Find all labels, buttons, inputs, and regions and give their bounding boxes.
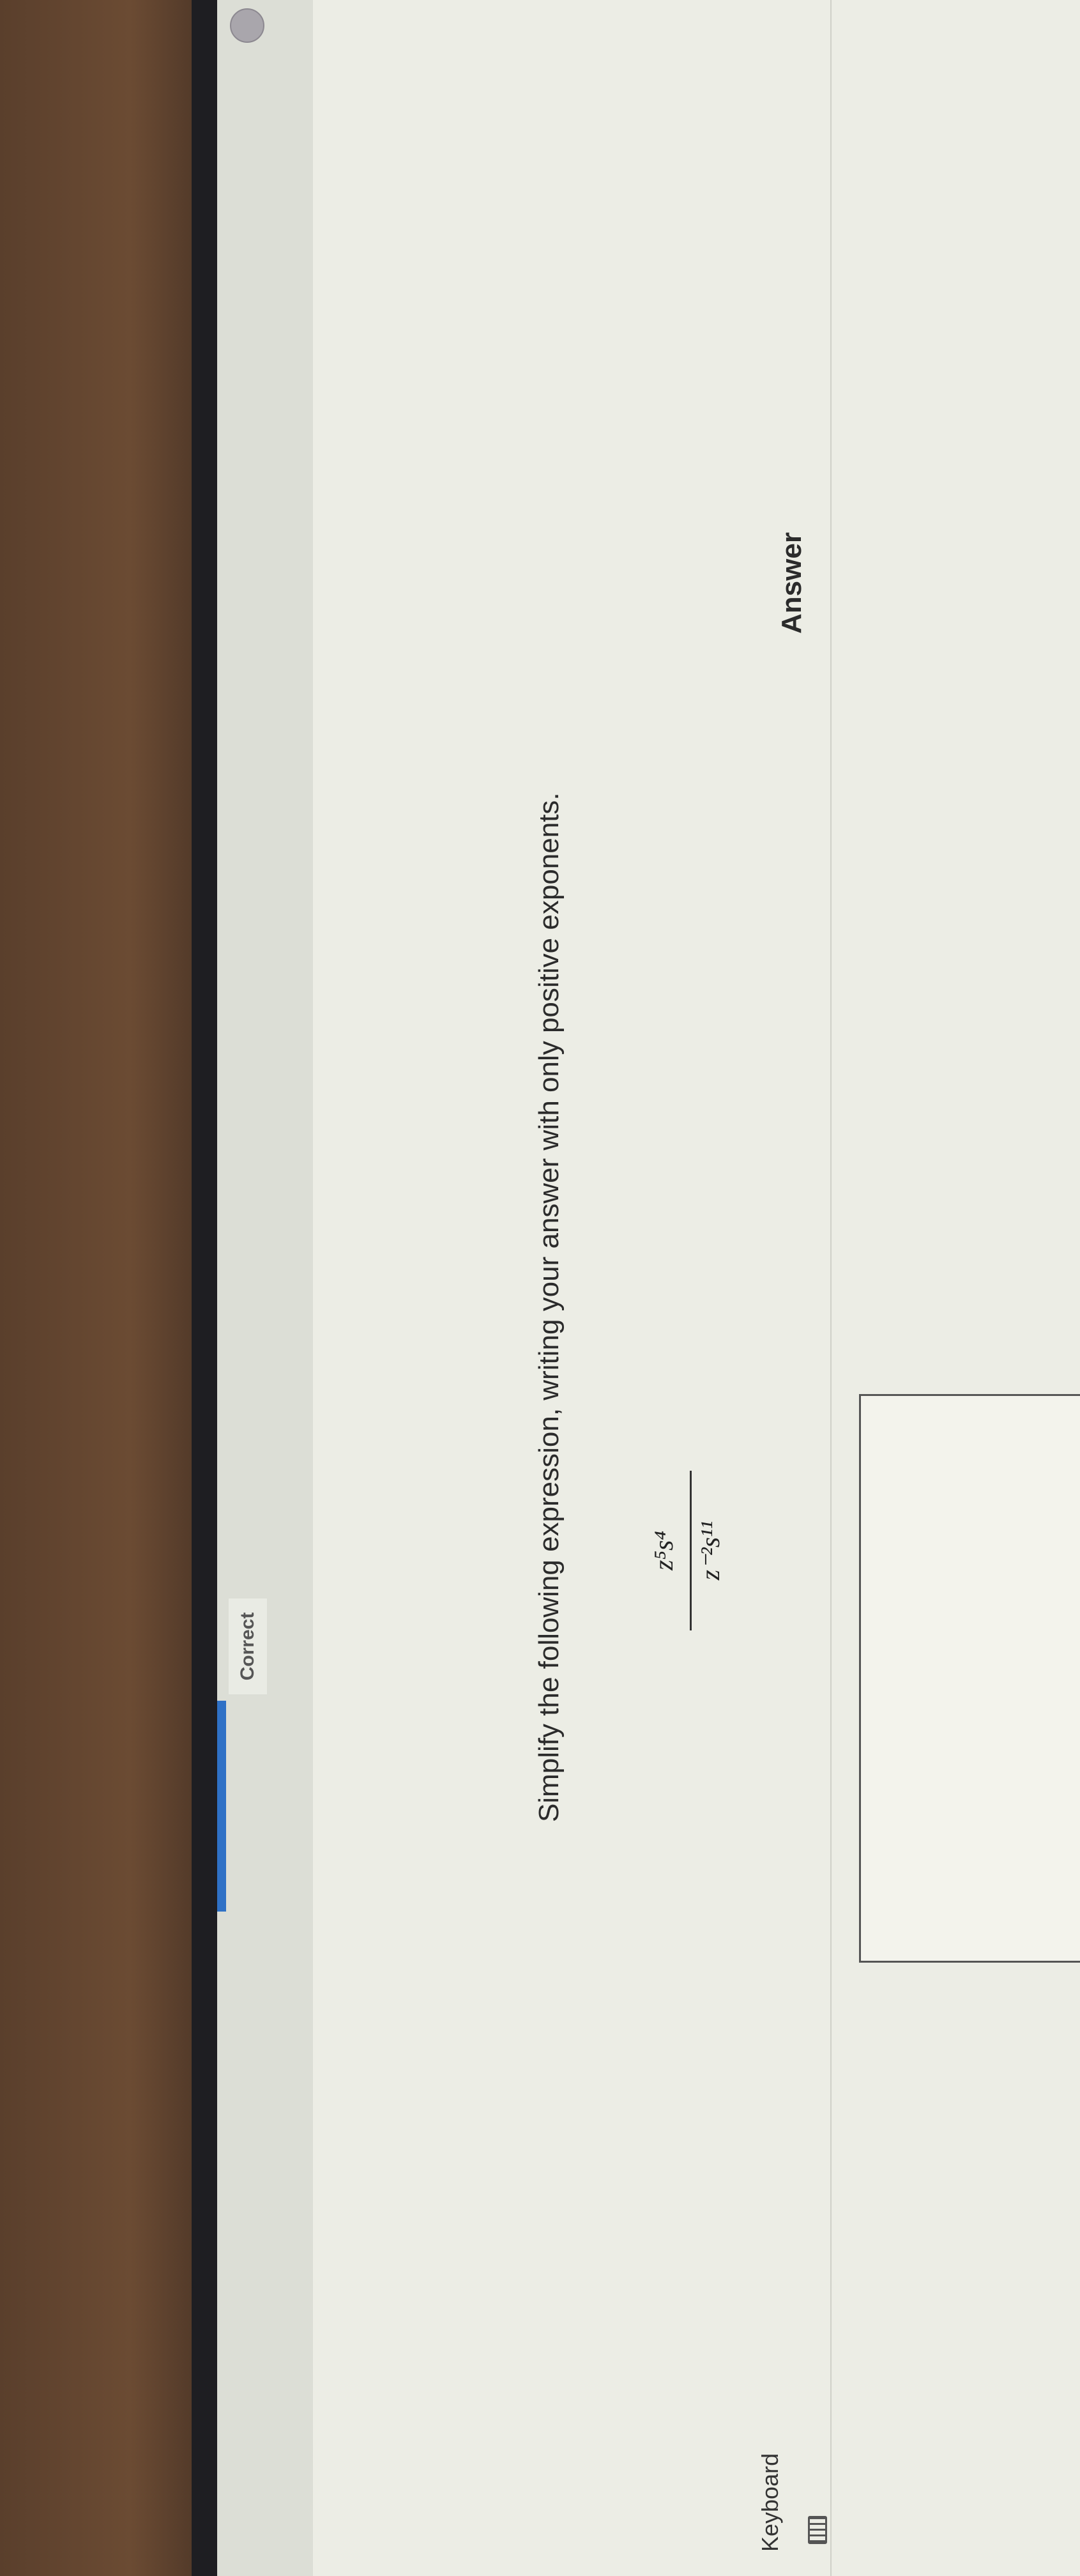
fraction: z⁵s⁴ z⁻²s¹¹ <box>645 1464 736 1637</box>
avatar[interactable] <box>230 8 264 43</box>
answer-label: Answer <box>776 532 807 634</box>
fraction-denominator: z⁻²s¹¹ <box>696 1521 726 1581</box>
question-prompt: Simplify the following expression, writi… <box>533 792 565 1822</box>
top-bar: Correct <box>217 0 313 2576</box>
progress-accent-bar <box>217 1701 226 1912</box>
fraction-numerator: z⁵s⁴ <box>650 1531 679 1570</box>
question-card: Simplify the following expression, writi… <box>313 0 1080 2576</box>
section-divider <box>830 0 832 2576</box>
desk-surface <box>0 0 217 2576</box>
laptop-bezel <box>192 0 217 2576</box>
answer-input[interactable] <box>859 1394 1080 1963</box>
status-badge: Correct <box>229 1598 267 1694</box>
keyboard-icon[interactable] <box>808 2516 827 2544</box>
screen: Correct Simplify the following expressio… <box>217 0 1080 2576</box>
keyboard-toggle[interactable]: Keyboard <box>757 2453 784 2552</box>
math-expression: z⁵s⁴ z⁻²s¹¹ <box>645 1464 773 1637</box>
rotated-page: Correct Simplify the following expressio… <box>217 0 1080 2576</box>
